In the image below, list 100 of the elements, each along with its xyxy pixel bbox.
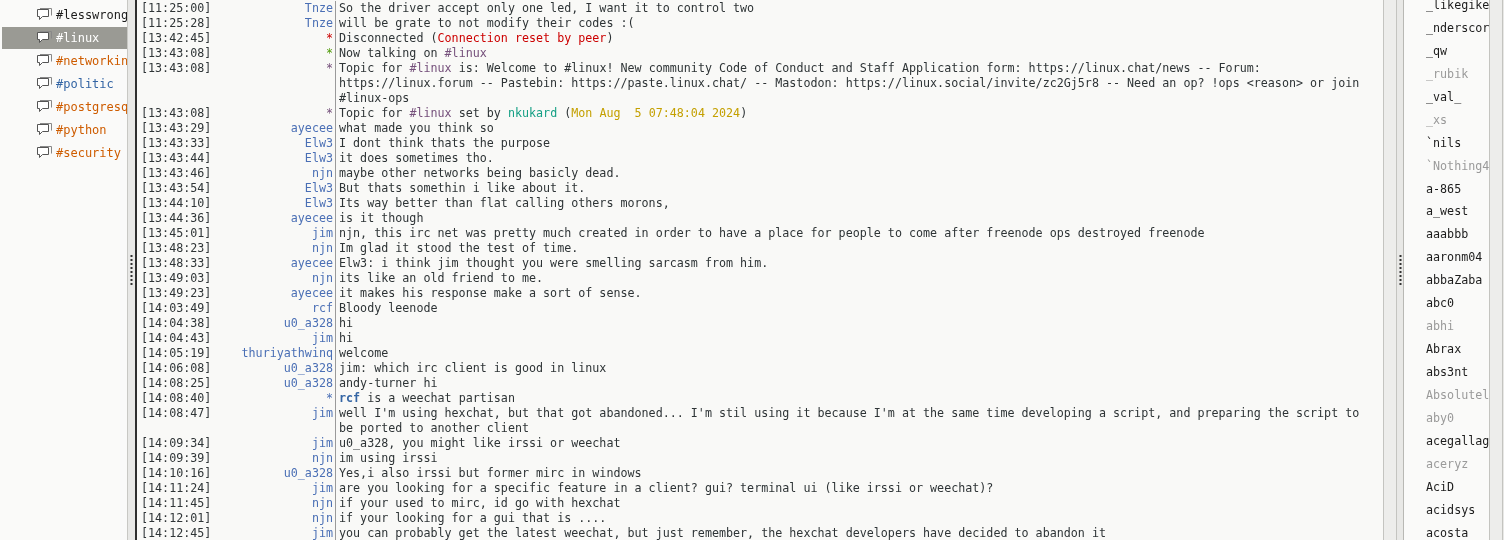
message-text: will be grate to not modify their codes :( — [335, 16, 1363, 31]
nick-label: u0_a328 — [283, 361, 333, 376]
message-text: im using irssi — [335, 451, 1363, 466]
timestamp: [13:48:33] — [140, 256, 213, 271]
chat-bubble-icon — [36, 122, 53, 138]
nick-label: Elw3 — [304, 151, 333, 166]
channel-item[interactable]: #politic — [2, 73, 127, 95]
timestamp: [13:49:03] — [140, 271, 213, 286]
timestamp: [13:43:08] — [140, 106, 213, 121]
channel-item[interactable]: #security — [2, 142, 127, 164]
channel-item[interactable]: #python — [2, 119, 127, 141]
user-item[interactable]: AciD — [1404, 475, 1489, 499]
user-item[interactable]: a_west — [1404, 200, 1489, 224]
user-item[interactable]: aaabbb — [1404, 223, 1489, 247]
nick-label: u0_a328 — [283, 316, 333, 331]
timestamp: [13:43:33] — [140, 136, 213, 151]
chat-bubble-icon — [36, 76, 53, 92]
message-text: it does sometimes tho. — [335, 151, 1363, 166]
grip-icon[interactable] — [1398, 254, 1402, 286]
timestamp: [14:12:01] — [140, 511, 213, 526]
nick-label: thuriyathwinq — [241, 346, 333, 361]
event-marker: * — [325, 106, 333, 121]
nick-label: u0_a328 — [283, 466, 333, 481]
user-item[interactable]: _qw — [1404, 39, 1489, 63]
timestamp: [13:43:44] — [140, 151, 213, 166]
timestamp: [13:45:01] — [140, 226, 213, 241]
nick-label: njn — [311, 511, 333, 526]
message-text: maybe other networks being basicly dead. — [335, 166, 1363, 181]
channel-item[interactable]: #postgresq — [2, 96, 127, 118]
chat-bubble-icon — [36, 30, 53, 46]
timestamp: [13:43:08] — [140, 61, 213, 77]
user-item[interactable]: acosta — [1404, 521, 1489, 540]
timestamp: [14:04:38] — [140, 316, 213, 331]
timestamp: [13:43:46] — [140, 166, 213, 181]
message-text: welcome — [335, 346, 1363, 361]
user-item[interactable]: abbaZaba — [1404, 269, 1489, 293]
message-text: if your used to mirc, id go with hexchat — [335, 496, 1363, 511]
message-text: what made you think so — [335, 121, 1363, 136]
nick-label: jim — [311, 226, 333, 241]
timestamp: [13:44:10] — [140, 196, 213, 211]
nick-label: ayecee — [290, 211, 333, 226]
user-item[interactable]: a-865 — [1404, 177, 1489, 201]
user-item[interactable]: Abrax — [1404, 338, 1489, 361]
timestamp: [14:08:47] — [140, 406, 213, 422]
user-item[interactable]: _likegike — [1404, 0, 1489, 17]
message-text: hi — [335, 331, 1363, 346]
nick-label: u0_a328 — [283, 376, 333, 391]
timestamp: [14:08:25] — [140, 376, 213, 391]
timestamp: [14:03:49] — [140, 301, 213, 316]
grip-icon[interactable] — [130, 254, 133, 286]
chat-bubble-icon — [36, 145, 53, 161]
event-marker: * — [325, 31, 333, 46]
message-text: Im glad it stood the test of time. — [335, 241, 1363, 256]
timestamp: [11:25:28] — [140, 16, 213, 31]
message-text: andy-turner hi — [335, 376, 1363, 391]
user-item[interactable]: acegallag — [1404, 429, 1489, 453]
channel-item[interactable]: #lesswrong — [2, 4, 127, 26]
message-text: is it though — [335, 211, 1363, 226]
timestamp: [13:43:29] — [140, 121, 213, 136]
nick-label: Elw3 — [304, 136, 333, 151]
message-text: Disconnected (Connection reset by peer) — [335, 31, 1363, 46]
nick-label: njn — [311, 166, 333, 181]
timestamp: [13:42:45] — [140, 31, 213, 46]
message-text: you can probably get the latest weechat, but just remember, the hexchat developers have decided to abandon it — [335, 526, 1363, 540]
message-text: Now talking on #linux — [335, 46, 1363, 61]
timestamp: [14:12:45] — [140, 526, 213, 540]
nick-label: ayecee — [290, 286, 333, 301]
user-item[interactable]: acidsys — [1404, 498, 1489, 522]
message-text: But thats somethin i like about it. — [335, 181, 1363, 196]
chat-bubble-icon — [36, 99, 53, 115]
nick-label: ayecee — [290, 121, 333, 136]
timestamp: [14:08:40] — [140, 391, 213, 406]
message-text: Its way better than flat calling others morons, — [335, 196, 1363, 211]
timestamp: [14:11:45] — [140, 496, 213, 511]
channel-item[interactable]: #networkin — [2, 50, 127, 72]
nick-label: rcf — [311, 301, 333, 316]
message-text: I dont think thats the purpose — [335, 136, 1363, 151]
message-text: u0_a328, you might like irssi or weechat — [335, 436, 1363, 451]
message-text: njn, this irc net was pretty much created in order to have a place for people to come after freenode ops destroyed freenode — [335, 226, 1363, 241]
event-marker: * — [325, 46, 333, 61]
timestamp: [14:09:39] — [140, 451, 213, 466]
user-item[interactable]: `nils — [1404, 131, 1489, 155]
nick-label: Elw3 — [304, 181, 333, 196]
timestamp: [14:10:16] — [140, 466, 213, 481]
message-text: Topic for #linux set by nkukard (Mon Aug 5 07:48:04 2024) — [335, 106, 1363, 121]
user-item[interactable]: _val_ — [1404, 85, 1489, 109]
message-text: Bloody leenode — [335, 301, 1363, 316]
timestamp: [13:44:36] — [140, 211, 213, 226]
user-item[interactable]: _nderscor — [1404, 16, 1489, 40]
user-item[interactable]: abs3nt — [1404, 361, 1489, 384]
timestamp: [14:06:08] — [140, 361, 213, 376]
nick-label: jim — [311, 331, 333, 346]
event-marker: * — [325, 61, 333, 77]
nick-label: jim — [311, 406, 333, 422]
timestamp: [14:04:43] — [140, 331, 213, 346]
message-text: hi — [335, 316, 1363, 331]
user-item[interactable]: abc0 — [1404, 292, 1489, 316]
chat-bubble-icon — [36, 53, 53, 69]
user-item[interactable]: aaronm04 — [1404, 246, 1489, 270]
message-text: rcf is a weechat partisan — [335, 391, 1363, 406]
